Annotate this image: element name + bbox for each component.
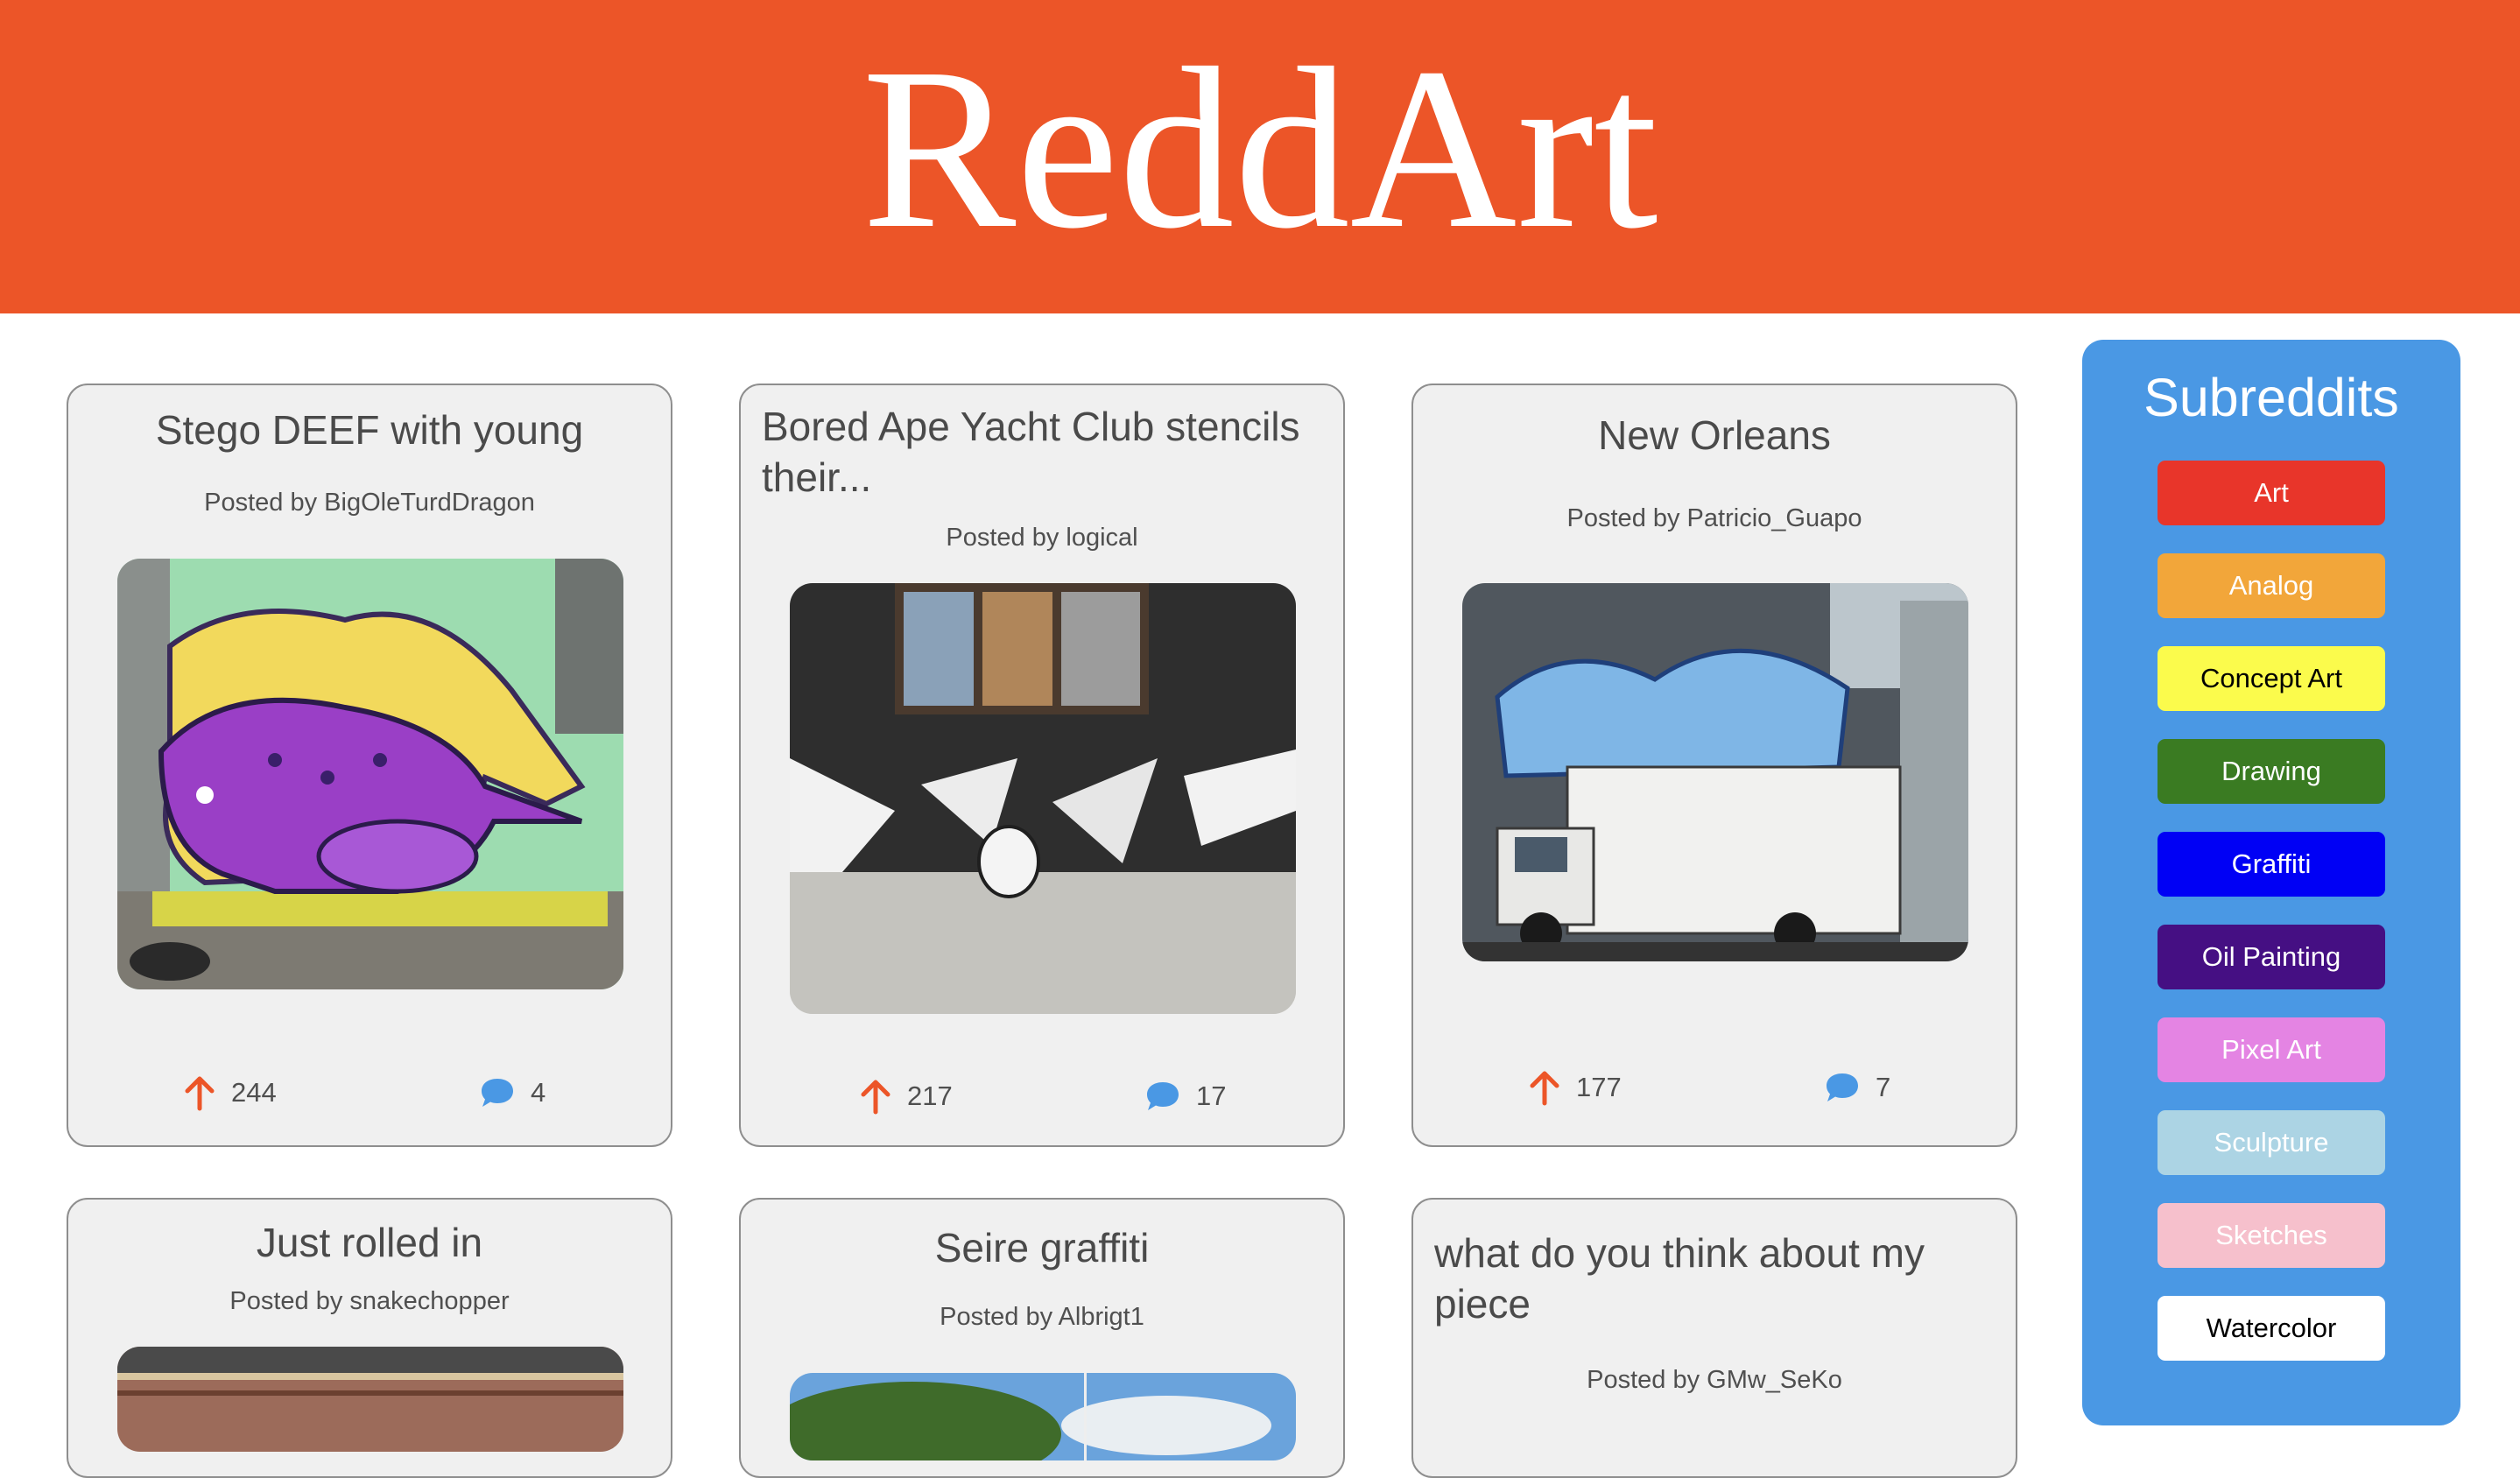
post-author: Posted by BigOleTurdDragon <box>204 489 535 517</box>
post-author: Posted by Patricio_Guapo <box>1566 504 1862 532</box>
comment-stat[interactable]: 7 <box>1823 1068 1911 1107</box>
post-card[interactable]: Bored Ape Yacht Club stencils their... P… <box>739 384 1345 1147</box>
post-author: Posted by Albrigt1 <box>940 1303 1144 1331</box>
site-logo[interactable]: ReddArt <box>0 33 2520 264</box>
subreddit-button-concept-art[interactable]: Concept Art <box>2157 646 2385 711</box>
comment-count: 4 <box>531 1077 546 1108</box>
post-image[interactable] <box>790 1373 1296 1460</box>
post-title[interactable]: what do you think about my piece <box>1434 1228 1995 1329</box>
subreddit-button-watercolor[interactable]: Watercolor <box>2157 1296 2385 1361</box>
upvote-stat[interactable]: 177 <box>1527 1068 1650 1107</box>
post-author: Posted by GMw_SeKo <box>1587 1366 1842 1394</box>
upvote-stat[interactable]: 244 <box>182 1073 305 1112</box>
comment-stat[interactable]: 17 <box>1144 1077 1240 1116</box>
upvote-count: 177 <box>1576 1072 1622 1102</box>
post-author: Posted by snakechopper <box>229 1287 510 1315</box>
post-card[interactable]: what do you think about my piece Posted … <box>1411 1198 2017 1478</box>
comment-count: 7 <box>1876 1072 1891 1102</box>
subreddit-button-art[interactable]: Art <box>2157 461 2385 525</box>
comment-stat[interactable]: 4 <box>478 1073 566 1112</box>
comment-count: 17 <box>1196 1080 1227 1111</box>
post-title[interactable]: Stego DEEF with young <box>68 405 671 455</box>
subreddits-sidebar: Subreddits Art Analog Concept Art Drawin… <box>2082 340 2460 1425</box>
subreddit-button-pixel-art[interactable]: Pixel Art <box>2157 1017 2385 1082</box>
upvote-arrow-icon <box>185 1076 215 1111</box>
post-card[interactable]: Just rolled in Posted by snakechopper <box>67 1198 672 1478</box>
upvote-stat[interactable]: 217 <box>858 1077 981 1116</box>
post-image[interactable] <box>790 583 1296 1014</box>
post-card[interactable]: Seire graffiti Posted by Albrigt1 <box>739 1198 1345 1478</box>
post-image[interactable] <box>117 1347 623 1452</box>
comment-bubble-icon <box>1147 1082 1179 1110</box>
post-title[interactable]: Seire graffiti <box>741 1222 1343 1273</box>
post-title[interactable]: Just rolled in <box>68 1217 671 1268</box>
subreddit-button-sculpture[interactable]: Sculpture <box>2157 1110 2385 1175</box>
post-title[interactable]: New Orleans <box>1413 410 2016 461</box>
comment-bubble-icon <box>482 1079 513 1107</box>
post-card[interactable]: New Orleans Posted by Patricio_Guapo 177… <box>1411 384 2017 1147</box>
post-card[interactable]: Stego DEEF with young Posted by BigOleTu… <box>67 384 672 1147</box>
post-author: Posted by logical <box>946 524 1138 552</box>
post-title[interactable]: Bored Ape Yacht Club stencils their... <box>762 401 1322 503</box>
upvote-count: 217 <box>907 1080 953 1111</box>
subreddit-button-drawing[interactable]: Drawing <box>2157 739 2385 804</box>
site-header: ReddArt <box>0 0 2520 313</box>
subreddit-button-graffiti[interactable]: Graffiti <box>2157 832 2385 897</box>
subreddit-button-sketches[interactable]: Sketches <box>2157 1203 2385 1268</box>
sidebar-title: Subreddits <box>2143 368 2399 427</box>
upvote-arrow-icon <box>1530 1071 1559 1106</box>
upvote-count: 244 <box>231 1077 277 1108</box>
upvote-arrow-icon <box>861 1080 890 1115</box>
post-image[interactable] <box>1462 583 1968 961</box>
subreddit-button-analog[interactable]: Analog <box>2157 553 2385 618</box>
comment-bubble-icon <box>1827 1073 1858 1101</box>
post-image[interactable] <box>117 559 623 989</box>
subreddit-button-oil-painting[interactable]: Oil Painting <box>2157 925 2385 989</box>
